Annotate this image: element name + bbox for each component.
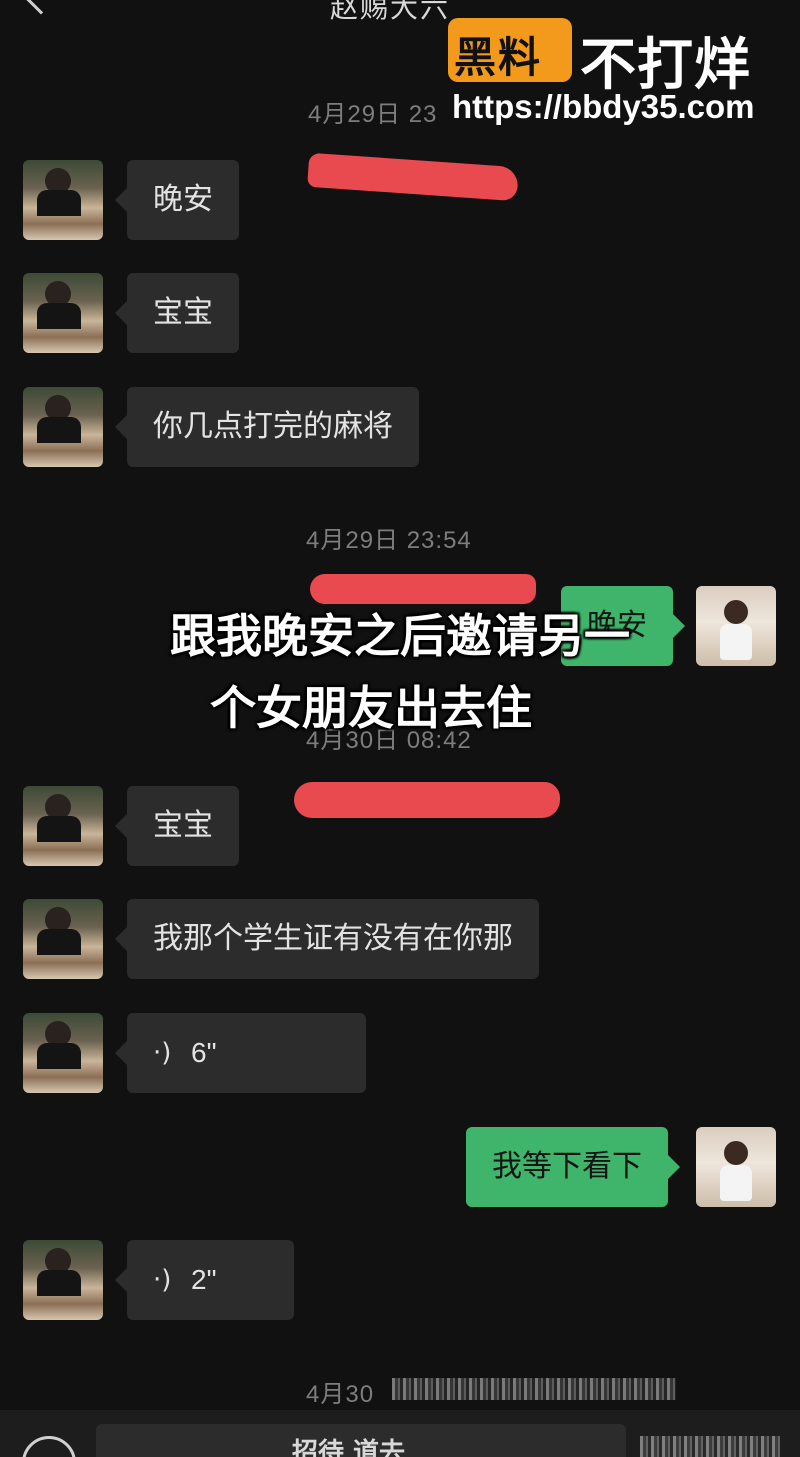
annotation-stroke [307,152,519,202]
top-bar: 赵赐大六 [0,0,800,24]
voice-wave-icon: ·) [153,1265,172,1295]
avatar[interactable] [23,387,103,467]
outgoing-message[interactable]: 我等下看下 [466,1127,680,1207]
voice-duration: 6" [191,1037,217,1068]
caption-line: 跟我晚安之后邀请另一 [170,609,630,663]
avatar[interactable] [23,1240,103,1320]
keyboard-icon[interactable] [22,1436,76,1457]
timestamp: 4月30 [306,1381,375,1408]
chevron-left-icon[interactable] [25,0,57,15]
incoming-message[interactable]: 宝宝 [115,273,239,353]
voice-wave-icon: ·) [153,1038,172,1068]
chat-title: 赵赐大六 [330,0,451,24]
voice-message[interactable]: ·) 2" [115,1240,294,1320]
annotation-stroke [294,782,560,818]
voice-message[interactable]: ·) 6" [115,1013,366,1093]
blurred-region [640,1436,780,1457]
avatar[interactable] [23,899,103,979]
watermark-badge-text: 黑料 [454,33,543,82]
watermark-url: https://bbdy35.com [452,88,755,125]
incoming-message[interactable]: 晚安 [115,160,239,240]
incoming-message[interactable]: 我那个学生证有没有在你那 [115,899,539,979]
avatar[interactable] [23,1013,103,1093]
timestamp: 4月29日 23:54 [306,527,472,554]
voice-duration: 2" [191,1264,217,1295]
avatar[interactable] [23,273,103,353]
incoming-message[interactable]: 你几点打完的麻将 [115,387,419,467]
incoming-message[interactable]: 宝宝 [115,786,239,866]
caption-line: 个女朋友出去住 [210,681,532,735]
avatar[interactable] [696,1127,776,1207]
timestamp: 4月29日 23 [308,101,438,128]
avatar[interactable] [23,786,103,866]
avatar[interactable] [23,160,103,240]
input-text: 招待 道去 [292,1438,406,1457]
blurred-region [392,1378,676,1400]
